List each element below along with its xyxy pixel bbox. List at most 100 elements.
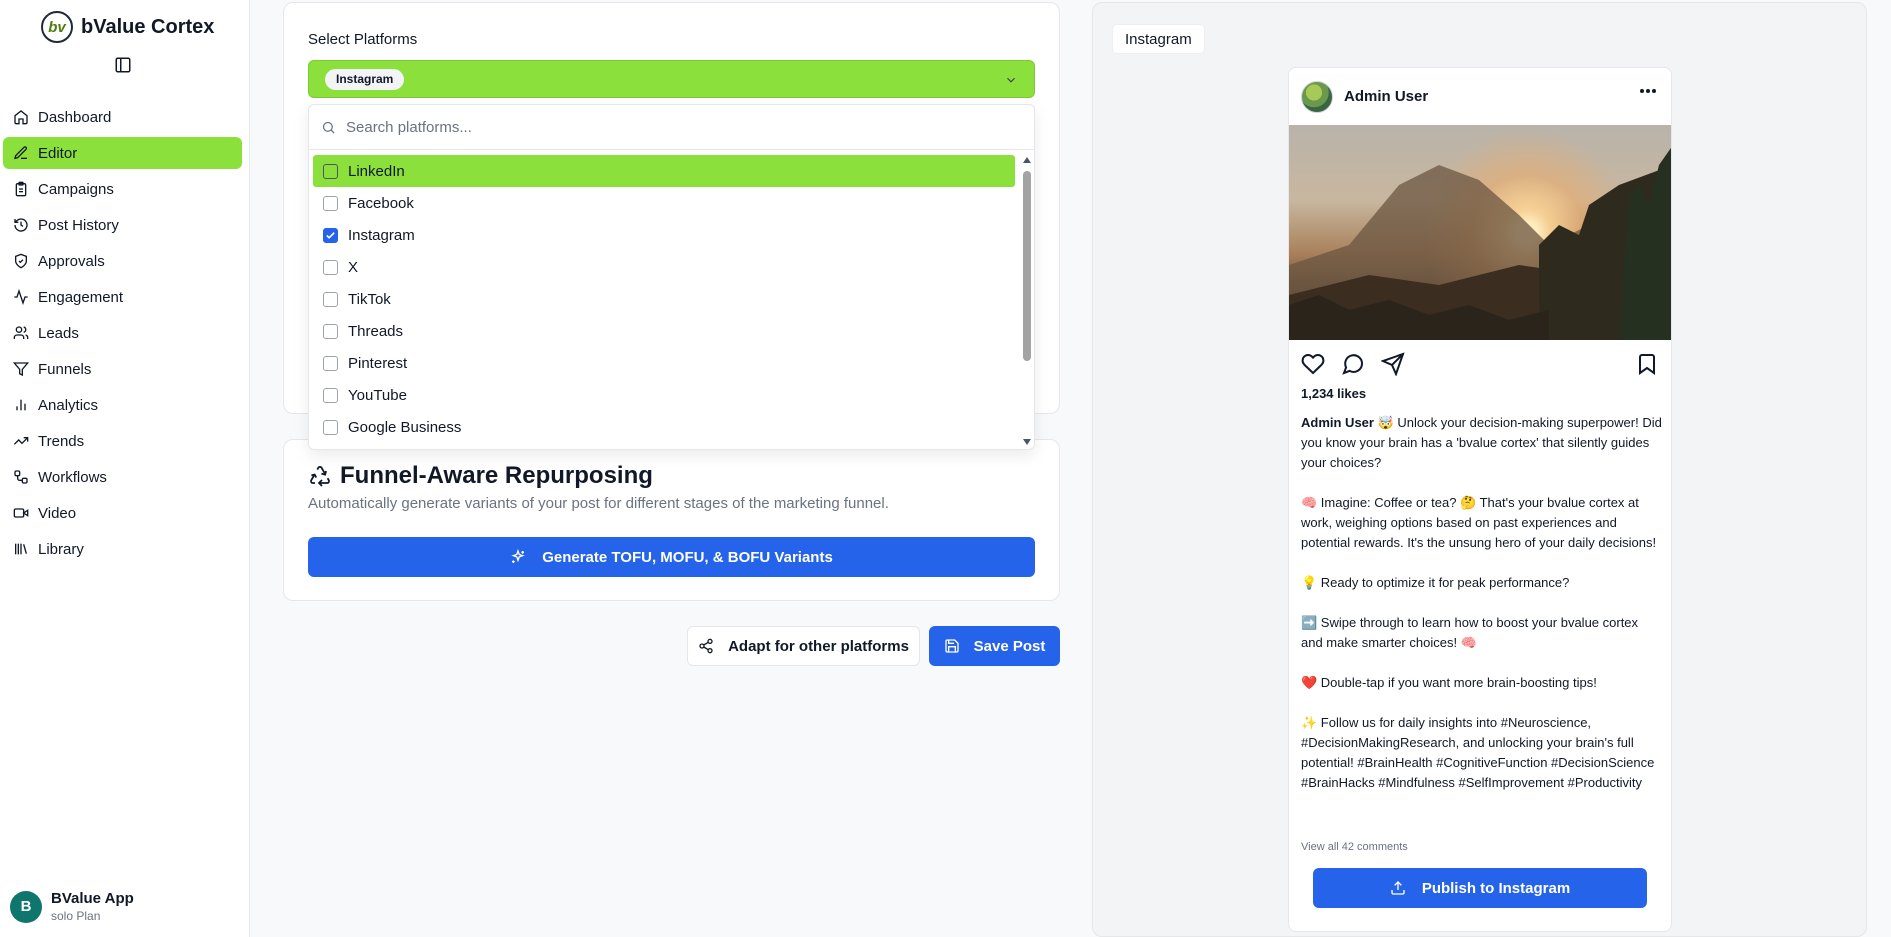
- adapt-platforms-label: Adapt for other platforms: [728, 637, 909, 655]
- view-comments-link[interactable]: View all 42 comments: [1301, 841, 1408, 853]
- landscape-illustration: [1289, 147, 1671, 340]
- save-post-button[interactable]: Save Post: [929, 626, 1060, 666]
- sidebar-item-label: Campaigns: [38, 180, 114, 198]
- video-icon: [13, 508, 29, 518]
- sidebar-item-analytics[interactable]: Analytics: [3, 389, 242, 421]
- send-icon[interactable]: [1381, 352, 1405, 376]
- option-label: LinkedIn: [348, 162, 405, 180]
- instagram-post-preview: Admin User 1,234 likes Admin User 🤯 Unlo…: [1288, 67, 1672, 932]
- sidebar-toggle-icon[interactable]: [114, 56, 132, 74]
- option-label: X: [348, 258, 359, 276]
- platform-option-tiktok[interactable]: TikTok: [313, 283, 1015, 315]
- sidebar-item-workflows[interactable]: Workflows: [3, 461, 242, 493]
- caption-username: Admin User: [1301, 415, 1374, 430]
- sidebar-item-label: Trends: [38, 432, 85, 450]
- sidebar-item-trends[interactable]: Trends: [3, 425, 242, 457]
- checkbox[interactable]: [323, 195, 338, 211]
- option-label: Facebook: [348, 194, 414, 212]
- checkbox[interactable]: [323, 259, 338, 275]
- chevron-down-icon: [1007, 77, 1015, 83]
- option-label: YouTube: [348, 386, 407, 404]
- adapt-platforms-button[interactable]: Adapt for other platforms: [687, 626, 920, 666]
- sidebar-item-funnels[interactable]: Funnels: [3, 353, 242, 385]
- home-icon: [14, 110, 28, 125]
- scroll-up-arrow-icon[interactable]: [1023, 157, 1031, 163]
- platform-option-youtube[interactable]: YouTube: [313, 379, 1015, 411]
- history-icon: [14, 218, 28, 232]
- edit-icon: [14, 146, 28, 160]
- checkbox[interactable]: [323, 387, 338, 403]
- platform-option-facebook[interactable]: Facebook: [313, 187, 1015, 219]
- platform-dropdown: LinkedIn Facebook Instagram X TikTok Thr…: [308, 104, 1035, 450]
- heart-icon[interactable]: [1301, 352, 1325, 376]
- sidebar-item-campaigns[interactable]: Campaigns: [3, 173, 242, 205]
- workflow-icon: [14, 470, 28, 484]
- sidebar-item-library[interactable]: Library: [3, 533, 242, 565]
- platform-option-threads[interactable]: Threads: [313, 315, 1015, 347]
- likes-count: 1,234 likes: [1301, 386, 1367, 401]
- user-plan: solo Plan: [51, 909, 101, 923]
- platform-option-list: LinkedIn Facebook Instagram X TikTok Thr…: [313, 155, 1015, 443]
- platform-option-instagram[interactable]: Instagram: [313, 219, 1015, 251]
- checkbox-checked[interactable]: [323, 227, 338, 243]
- publish-instagram-button[interactable]: Publish to Instagram: [1313, 868, 1647, 908]
- post-avatar: [1301, 80, 1333, 113]
- share-icon: [699, 638, 713, 654]
- sidebar-item-label: Leads: [38, 324, 79, 342]
- save-post-label: Save Post: [973, 637, 1046, 655]
- more-icon[interactable]: [1639, 88, 1657, 94]
- caption-text: 🤯 Unlock your decision-making superpower…: [1301, 415, 1662, 790]
- option-label: Instagram: [348, 226, 415, 244]
- brand[interactable]: bv bValue Cortex: [41, 10, 214, 44]
- search-icon: [322, 121, 335, 134]
- sidebar-item-video[interactable]: Video: [3, 497, 242, 529]
- checkbox[interactable]: [323, 323, 338, 339]
- platform-option-x[interactable]: X: [313, 251, 1015, 283]
- dropdown-scrollbar[interactable]: [1022, 151, 1032, 449]
- sidebar-item-dashboard[interactable]: Dashboard: [3, 101, 242, 133]
- sidebar-item-leads[interactable]: Leads: [3, 317, 242, 349]
- post-username: Admin User: [1344, 88, 1429, 105]
- shield-check-icon: [15, 253, 27, 269]
- checkbox[interactable]: [323, 355, 338, 371]
- platform-select[interactable]: Instagram: [308, 60, 1035, 98]
- funnel-title-text: Funnel-Aware Repurposing: [340, 462, 653, 489]
- platform-option-google-business[interactable]: Google Business: [313, 411, 1015, 443]
- checkbox[interactable]: [323, 291, 338, 307]
- avatar: B: [10, 890, 42, 923]
- select-platforms-label: Select Platforms: [308, 31, 418, 48]
- sidebar-item-engagement[interactable]: Engagement: [3, 281, 242, 313]
- save-icon: [944, 639, 959, 653]
- platform-option-pinterest[interactable]: Pinterest: [313, 347, 1015, 379]
- selected-platform-chip[interactable]: Instagram: [325, 69, 405, 90]
- post-caption: Admin User 🤯 Unlock your decision-making…: [1301, 413, 1663, 793]
- sidebar-item-label: Post History: [38, 216, 119, 234]
- generate-variants-button[interactable]: Generate TOFU, MOFU, & BOFU Variants: [308, 537, 1035, 577]
- scroll-down-arrow-icon[interactable]: [1023, 439, 1031, 445]
- sidebar-item-editor[interactable]: Editor: [3, 137, 242, 169]
- funnel-description: Automatically generate variants of your …: [308, 495, 889, 512]
- funnel-title: Funnel-Aware Repurposing: [308, 462, 653, 490]
- sidebar-item-post-history[interactable]: Post History: [3, 209, 242, 241]
- sidebar-item-label: Library: [38, 540, 84, 558]
- scrollbar-thumb[interactable]: [1023, 171, 1031, 361]
- library-icon: [15, 543, 27, 555]
- bar-chart-icon: [16, 399, 26, 411]
- tab-instagram[interactable]: Instagram: [1112, 24, 1205, 54]
- bookmark-icon[interactable]: [1635, 352, 1659, 376]
- sidebar-item-label: Dashboard: [38, 108, 112, 126]
- checkbox[interactable]: [323, 163, 338, 179]
- platform-option-linkedin[interactable]: LinkedIn: [313, 155, 1015, 187]
- platform-search-input[interactable]: [346, 118, 946, 136]
- comment-icon[interactable]: [1341, 352, 1365, 376]
- option-label: Threads: [348, 322, 404, 340]
- user-profile[interactable]: B BValue App solo Plan: [10, 890, 134, 923]
- option-label: Google Business: [348, 418, 462, 436]
- upload-icon: [1391, 881, 1405, 895]
- checkbox[interactable]: [323, 419, 338, 435]
- clipboard-icon: [15, 181, 27, 197]
- option-label: Pinterest: [348, 354, 408, 372]
- sidebar-item-label: Funnels: [38, 360, 92, 378]
- sidebar-item-approvals[interactable]: Approvals: [3, 245, 242, 277]
- users-icon: [13, 326, 29, 339]
